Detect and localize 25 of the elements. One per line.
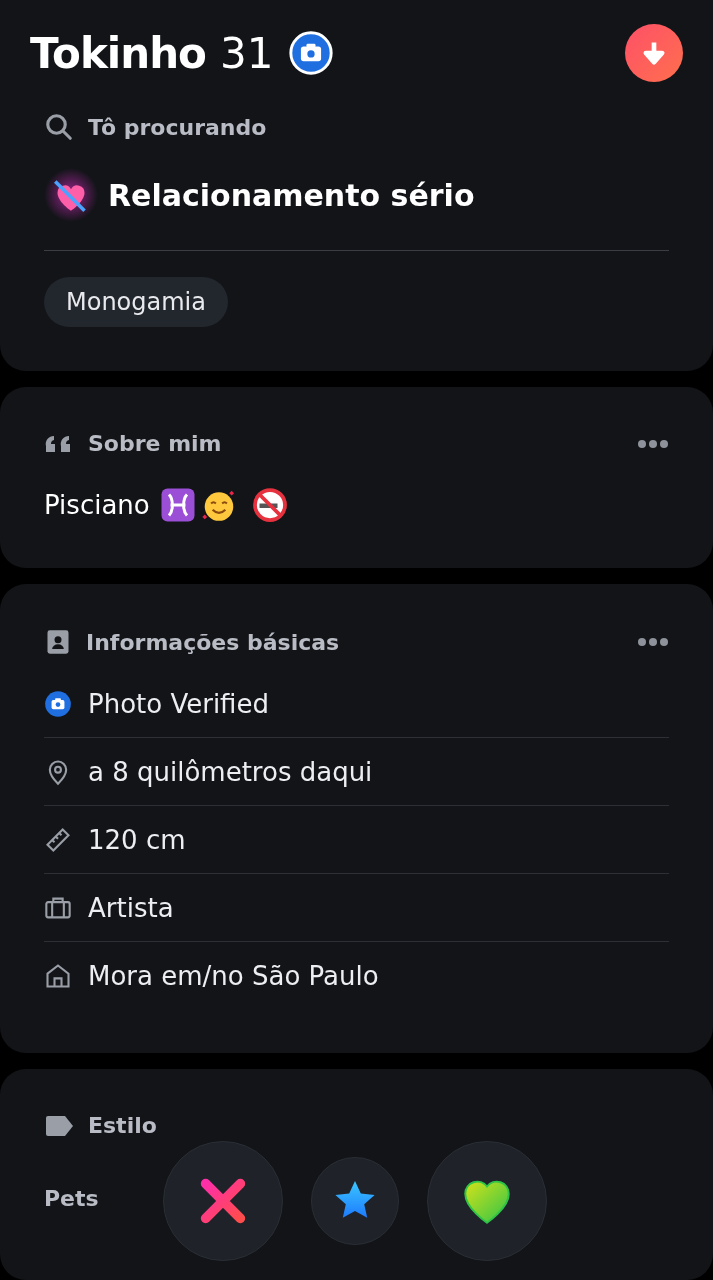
about-text: Pisciano [44,490,150,520]
no-smoking-icon [251,487,288,523]
info-text: Photo Verified [88,688,269,719]
relationship-type-tag: Monogamia [44,277,228,327]
looking-for-value: Relacionamento sério [108,177,475,213]
profile-name: Tokinho [30,28,206,78]
search-icon [44,112,74,142]
verified-camera-icon [289,31,334,75]
pisces-icon [159,487,196,523]
more-options-icon[interactable] [637,637,669,647]
section-title: Estilo [88,1113,157,1138]
more-options-icon[interactable] [637,438,669,449]
info-text: 120 cm [88,824,186,855]
info-text: a 8 quilômetros daqui [88,756,373,787]
collapse-button[interactable] [625,24,683,82]
profile-age: 31 [219,28,274,78]
tag-icon [44,1114,74,1137]
lifestyle-item-title: Pets [44,1186,99,1211]
info-text: Mora em/no São Paulo [88,960,379,991]
section-title: Informações básicas [86,629,340,655]
info-text: Artista [88,892,174,923]
section-title: Sobre mim [88,431,222,456]
ruler-icon [44,825,72,854]
section-title: Tô procurando [88,114,267,140]
verified-camera-icon [44,689,72,718]
